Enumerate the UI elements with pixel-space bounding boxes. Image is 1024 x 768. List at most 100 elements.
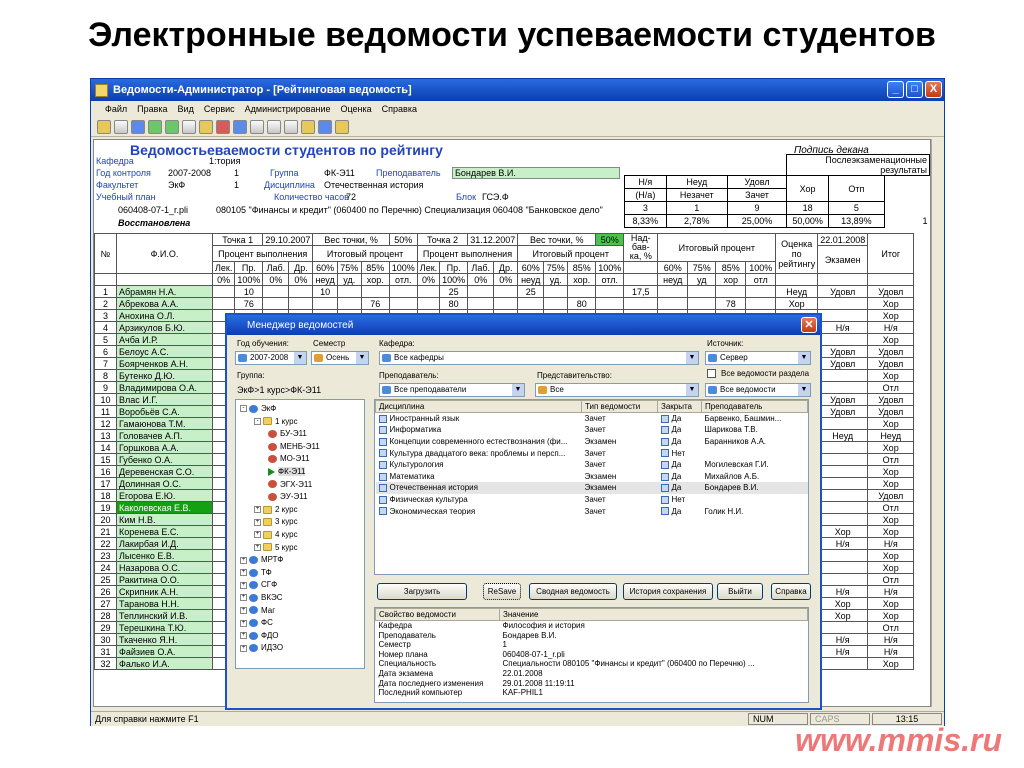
- list-col-closed[interactable]: Закрыта: [657, 400, 702, 413]
- student-name[interactable]: Лакирбая И.Д.: [116, 537, 213, 550]
- cell-p75[interactable]: [336, 297, 362, 310]
- cell-it[interactable]: Н/я: [867, 537, 915, 550]
- cell-q60[interactable]: 25: [517, 285, 545, 298]
- student-name[interactable]: Ачба И.Р.: [116, 333, 213, 346]
- cell-it[interactable]: Удовл: [867, 393, 915, 406]
- cell-lab1[interactable]: [262, 297, 290, 310]
- cell-ex[interactable]: [817, 465, 869, 478]
- expand-icon[interactable]: +: [240, 644, 247, 652]
- tree-node[interactable]: - 1 курс: [254, 416, 298, 427]
- cell-it[interactable]: Отл: [867, 501, 915, 514]
- summary-button[interactable]: Сводная ведомость: [529, 583, 617, 600]
- student-name[interactable]: Боярченков А.Н.: [116, 357, 213, 370]
- edit-icon[interactable]: [182, 119, 196, 134]
- resave-button[interactable]: ReSave: [483, 583, 521, 600]
- tree-node[interactable]: + ВКЭС: [240, 592, 283, 603]
- expand-icon[interactable]: +: [240, 619, 247, 627]
- cell-lab2[interactable]: [467, 297, 495, 310]
- cell-ex[interactable]: [817, 561, 869, 574]
- cell-it[interactable]: Хор: [867, 513, 915, 526]
- student-name[interactable]: Ракитина О.О.: [116, 573, 213, 586]
- table-row[interactable]: 2 Абрекова А.А. 76 76 80 80 78 Хор Хор: [94, 297, 915, 310]
- cell-lab2[interactable]: [467, 285, 495, 298]
- tree-node[interactable]: + ТФ: [240, 567, 272, 578]
- cell-ex[interactable]: [817, 381, 869, 394]
- cell-it[interactable]: Удовл: [867, 285, 915, 298]
- table-row[interactable]: 1 Абрамян Н.А. 10 10 25 25 17,5 Неуд Удовл Удовл: [94, 285, 915, 298]
- cell-p75[interactable]: [336, 285, 362, 298]
- cell-oc[interactable]: Неуд: [775, 285, 819, 298]
- all-section-checkbox[interactable]: [707, 369, 716, 378]
- cell-it[interactable]: Хор: [867, 657, 915, 670]
- cell-dr1[interactable]: [288, 285, 314, 298]
- cell-it[interactable]: Хор: [867, 477, 915, 490]
- cell-ex[interactable]: [817, 573, 869, 586]
- cell-pr1[interactable]: 10: [234, 285, 264, 298]
- menu-admin[interactable]: Администрирование: [245, 104, 331, 114]
- cell-p85[interactable]: 76: [360, 297, 390, 310]
- cell-i85[interactable]: [715, 285, 747, 298]
- cell-ex[interactable]: Удовл: [817, 393, 869, 406]
- list-col-type[interactable]: Тип ведомости: [581, 400, 658, 413]
- student-name[interactable]: Губенко О.А.: [116, 453, 213, 466]
- cell-ex[interactable]: Хор: [817, 597, 869, 610]
- tree-node[interactable]: +5 курс: [254, 542, 298, 553]
- cell-nad[interactable]: [623, 297, 659, 310]
- exit-button[interactable]: Выйти: [717, 583, 763, 600]
- cell-ex[interactable]: Удовл: [817, 345, 869, 358]
- tree-node[interactable]: - ЭкФ: [240, 403, 276, 414]
- tree-node[interactable]: ЭГХ-Э11: [268, 479, 312, 490]
- tree-node[interactable]: +4 курс: [254, 529, 298, 540]
- group-icon[interactable]: [233, 119, 247, 134]
- paste-icon[interactable]: [301, 119, 315, 134]
- footer-url[interactable]: www.mmis.ru: [795, 722, 1002, 759]
- list-item[interactable]: Концепции современного естествознания (ф…: [376, 436, 808, 448]
- prepod-select[interactable]: Все преподаватели ▼: [379, 383, 525, 397]
- list-item[interactable]: Культурология Зачет Да Могилевская Г.И.: [376, 459, 808, 471]
- student-name[interactable]: Долинная О.С.: [116, 477, 213, 490]
- list-item[interactable]: Культура двадцатого века: проблемы и пер…: [376, 447, 808, 459]
- semester-select[interactable]: Осень ▼: [311, 351, 369, 365]
- list-item[interactable]: Математика Экзамен Да Михайлов А.Б.: [376, 470, 808, 482]
- cell-it[interactable]: Н/я: [867, 645, 915, 658]
- sheet-icon[interactable]: [165, 119, 179, 134]
- expand-icon[interactable]: +: [254, 543, 261, 551]
- info-icon[interactable]: [318, 119, 332, 134]
- year-select[interactable]: 2007-2008 ▼: [235, 351, 307, 365]
- student-name[interactable]: Владимирова О.А.: [116, 381, 213, 394]
- faculty-tree[interactable]: - ЭкФ -1 курс БУ-Э11 МЕНБ-Э11 МО-Э11 ФК-Э11 ЭГХ…: [235, 399, 365, 669]
- student-name[interactable]: Арзикулов Б.Ю.: [116, 321, 213, 334]
- cell-q85[interactable]: [567, 285, 597, 298]
- list-item[interactable]: Экономическая теория Зачет Да Голик Н.И.: [376, 505, 808, 517]
- tree-node[interactable]: + Маг: [240, 605, 275, 616]
- student-name[interactable]: Головачев А.П.: [116, 429, 213, 442]
- history-button[interactable]: История сохранения: [623, 583, 713, 600]
- cell-ex[interactable]: Удовл: [817, 285, 869, 298]
- cell-ex[interactable]: [817, 441, 869, 454]
- cell-ex[interactable]: Неуд: [817, 429, 869, 442]
- cell-it[interactable]: Хор: [867, 417, 915, 430]
- student-name[interactable]: Терешкина Т.Ю.: [116, 621, 213, 634]
- cell-it[interactable]: Хор: [867, 561, 915, 574]
- cell-i85[interactable]: 78: [715, 297, 747, 310]
- cell-ex[interactable]: Хор: [817, 525, 869, 538]
- student-name[interactable]: Каколевская Е.В.: [116, 501, 213, 514]
- cell-it[interactable]: Неуд: [867, 429, 915, 442]
- cell-lek1[interactable]: [211, 285, 236, 298]
- student-name[interactable]: Фалько И.А.: [116, 657, 213, 670]
- list-item[interactable]: Отечественная история Экзамен Да Бондарев В…: [375, 482, 808, 494]
- tree-node[interactable]: +2 курс: [254, 504, 298, 515]
- cell-p85[interactable]: [360, 285, 390, 298]
- cell-i100[interactable]: [745, 285, 777, 298]
- student-name[interactable]: Егорова Е.Ю.: [116, 489, 213, 502]
- tree-node[interactable]: +3 курс: [254, 516, 298, 527]
- close-button[interactable]: X: [925, 81, 942, 98]
- tree-node[interactable]: МЕНБ-Э11: [268, 441, 320, 452]
- cell-ex[interactable]: Н/я: [817, 585, 869, 598]
- student-name[interactable]: Абрекова А.А.: [116, 297, 213, 310]
- tree-node[interactable]: ФК-Э11: [268, 466, 306, 477]
- cell-pr2[interactable]: 25: [439, 285, 469, 298]
- cell-ex[interactable]: [817, 549, 869, 562]
- vertical-scrollbar[interactable]: [931, 139, 943, 707]
- cell-p60[interactable]: 10: [312, 285, 338, 298]
